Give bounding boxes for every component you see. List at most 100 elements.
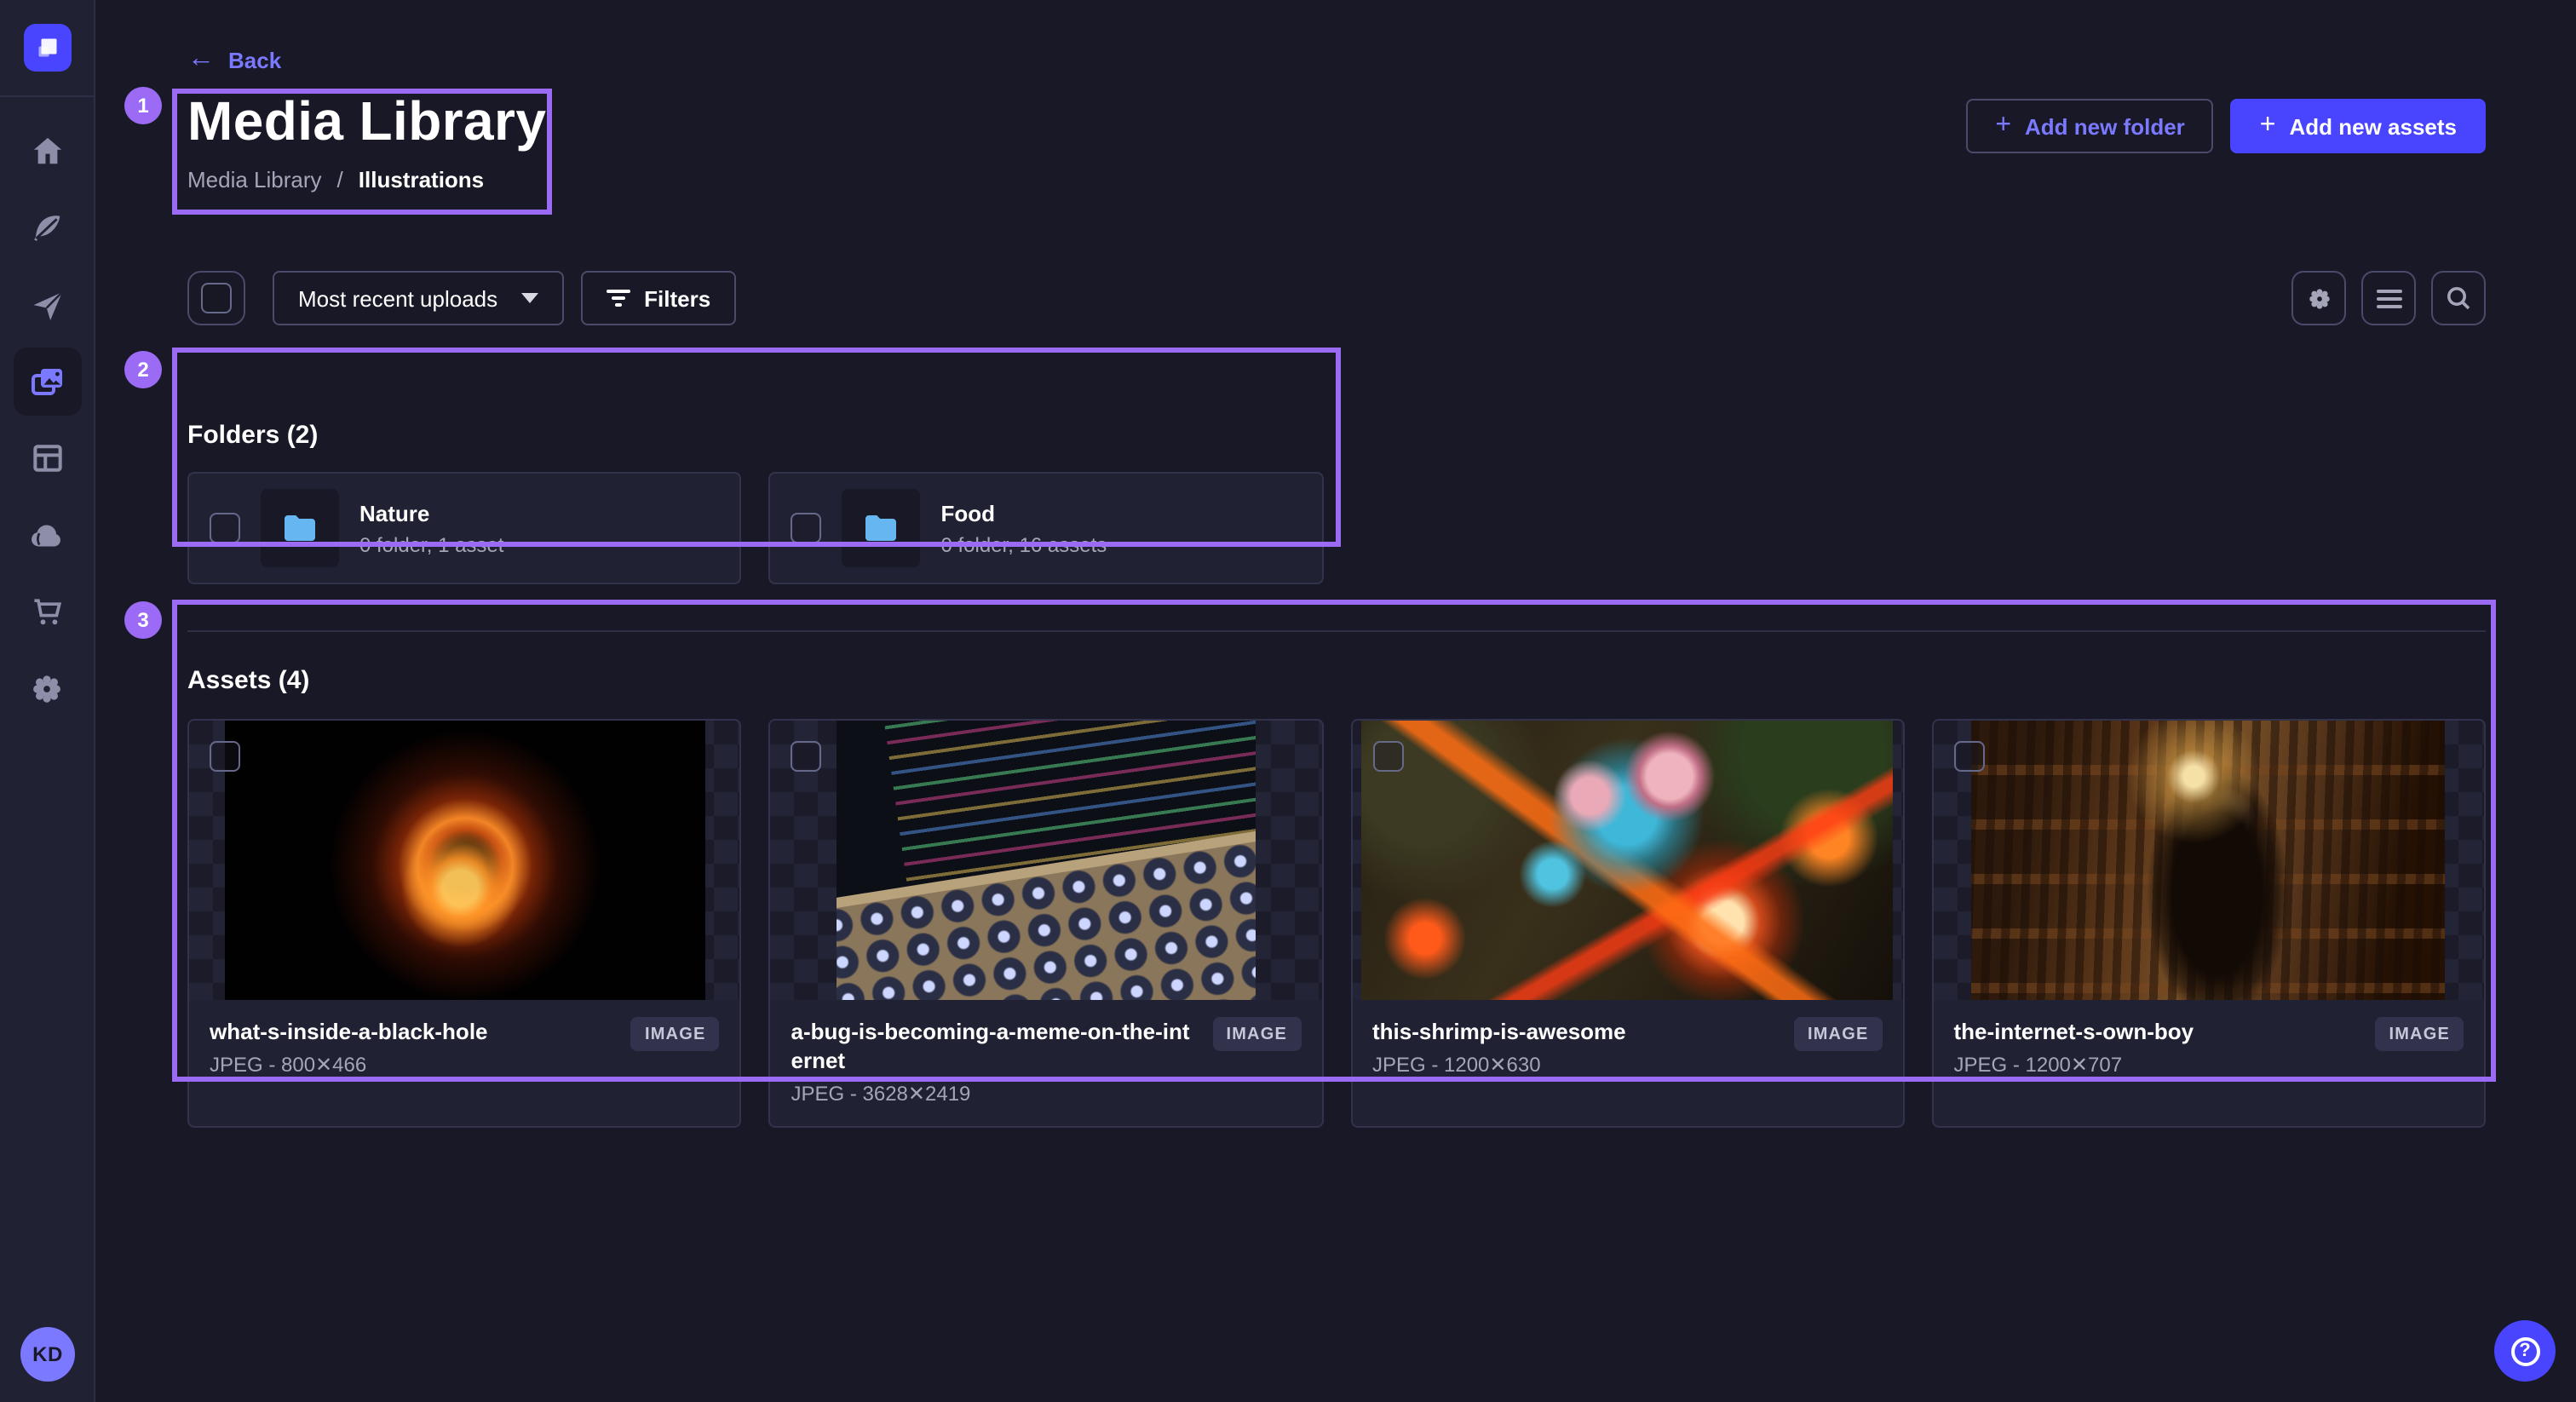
asset-type-badge: IMAGE xyxy=(1794,1017,1883,1051)
sidebar-nav xyxy=(13,129,81,710)
back-link[interactable]: ← Back xyxy=(187,44,307,75)
select-all-checkbox[interactable] xyxy=(201,283,232,313)
search-icon xyxy=(2445,284,2472,312)
main-content: ← Back Media Library Media Library / Ill… xyxy=(95,0,2576,1402)
asset-footer: a-bug-is-becoming-a-meme-on-the-internet… xyxy=(771,1000,1322,1126)
breadcrumb-separator: / xyxy=(337,166,343,192)
search-button[interactable] xyxy=(2431,271,2486,325)
asset-footer: the-internet-s-own-boy JPEG - 1200✕707 I… xyxy=(1934,1000,2485,1126)
asset-footer: what-s-inside-a-black-hole JPEG - 800✕46… xyxy=(189,1000,740,1126)
gear-icon xyxy=(27,669,66,708)
folder-tile xyxy=(261,489,339,567)
folders-heading: Folders (2) xyxy=(187,419,2486,453)
sidebar-item-content-type-builder[interactable] xyxy=(25,436,69,480)
breadcrumb-current: Illustrations xyxy=(359,166,484,192)
asset-meta: JPEG - 1200✕630 xyxy=(1372,1053,1777,1077)
folder-meta: 0 folder, 1 asset xyxy=(359,531,503,558)
sidebar-item-home[interactable] xyxy=(25,129,69,174)
folder-meta: 0 folder, 16 assets xyxy=(941,531,1107,558)
filter-icon xyxy=(607,290,630,307)
header-actions: + Add new folder + Add new assets xyxy=(1966,99,2486,153)
asset-title: a-bug-is-becoming-a-meme-on-the-internet xyxy=(791,1017,1196,1075)
back-label: Back xyxy=(228,47,281,72)
media-library-icon xyxy=(26,361,67,402)
assets-heading: Assets (4) xyxy=(187,664,2486,698)
section-divider xyxy=(187,630,2486,632)
user-avatar[interactable]: KD xyxy=(20,1327,75,1382)
chevron-down-icon xyxy=(521,293,538,303)
asset-preview xyxy=(1934,721,2485,1000)
sidebar-item-marketplace[interactable] xyxy=(25,589,69,634)
add-new-folder-label: Add new folder xyxy=(2025,113,2185,139)
asset-checkbox[interactable] xyxy=(210,741,240,772)
list-icon xyxy=(2376,289,2401,307)
plus-icon: + xyxy=(1995,112,2011,139)
folder-card-nature[interactable]: Nature 0 folder, 1 asset xyxy=(187,472,742,584)
filters-button[interactable]: Filters xyxy=(581,271,736,325)
sidebar-item-releases[interactable] xyxy=(25,283,69,327)
help-button[interactable]: ? xyxy=(2494,1320,2556,1382)
send-icon xyxy=(28,286,66,324)
asset-checkbox[interactable] xyxy=(791,741,822,772)
folder-icon xyxy=(279,508,320,549)
add-new-assets-label: Add new assets xyxy=(2289,113,2457,139)
folder-icon xyxy=(861,508,902,549)
asset-card-bug-meme[interactable]: a-bug-is-becoming-a-meme-on-the-internet… xyxy=(769,719,1324,1128)
asset-image-laptop-code xyxy=(837,721,1256,1000)
asset-preview xyxy=(1352,721,1903,1000)
list-view-button[interactable] xyxy=(2361,271,2416,325)
view-settings-button[interactable] xyxy=(2291,271,2346,325)
view-controls xyxy=(2291,271,2486,325)
toolbar: Most recent uploads Filters xyxy=(187,271,2486,325)
asset-card-black-hole[interactable]: what-s-inside-a-black-hole JPEG - 800✕46… xyxy=(187,719,742,1128)
sidebar-item-media-library[interactable] xyxy=(13,348,81,416)
asset-footer: this-shrimp-is-awesome JPEG - 1200✕630 I… xyxy=(1352,1000,1903,1126)
folder-checkbox[interactable] xyxy=(210,513,240,543)
sort-value: Most recent uploads xyxy=(298,285,497,311)
filters-label: Filters xyxy=(644,285,710,311)
asset-checkbox[interactable] xyxy=(1954,741,1985,772)
cart-icon xyxy=(28,593,66,630)
asset-type-badge: IMAGE xyxy=(631,1017,720,1051)
folder-name: Nature xyxy=(359,498,503,527)
asset-title: the-internet-s-own-boy xyxy=(1954,1017,2359,1046)
gear-icon xyxy=(2304,284,2333,313)
asset-type-badge: IMAGE xyxy=(1212,1017,1301,1051)
asset-type-badge: IMAGE xyxy=(2375,1017,2464,1051)
back-arrow-icon: ← xyxy=(187,46,215,73)
folder-card-food[interactable]: Food 0 folder, 16 assets xyxy=(769,472,1324,584)
asset-meta: JPEG - 1200✕707 xyxy=(1954,1053,2359,1077)
sidebar-item-content[interactable] xyxy=(25,206,69,250)
question-mark-icon: ? xyxy=(2510,1336,2539,1365)
asset-image-library-portrait xyxy=(1972,721,2446,1000)
asset-card-internet-own-boy[interactable]: the-internet-s-own-boy JPEG - 1200✕707 I… xyxy=(1932,719,2487,1128)
add-new-folder-button[interactable]: + Add new folder xyxy=(1966,99,2213,153)
asset-preview xyxy=(771,721,1322,1000)
page-header: Media Library Media Library / Illustrati… xyxy=(187,89,2486,194)
asset-checkbox[interactable] xyxy=(1372,741,1403,772)
breadcrumb-root[interactable]: Media Library xyxy=(187,166,322,192)
strapi-logo[interactable] xyxy=(23,24,71,72)
asset-meta: JPEG - 800✕466 xyxy=(210,1053,614,1077)
layout-icon xyxy=(28,440,66,477)
home-icon xyxy=(28,133,66,170)
strapi-logo-glyph xyxy=(32,32,62,63)
feather-icon xyxy=(28,210,66,247)
folder-checkbox[interactable] xyxy=(791,513,822,543)
breadcrumb: Media Library / Illustrations xyxy=(187,164,2486,194)
folders-grid: Nature 0 folder, 1 asset Food 0 folder, … xyxy=(187,472,2486,584)
sidebar-item-deploy[interactable] xyxy=(25,513,69,557)
asset-card-shrimp[interactable]: this-shrimp-is-awesome JPEG - 1200✕630 I… xyxy=(1350,719,1905,1128)
sort-dropdown[interactable]: Most recent uploads xyxy=(273,271,564,325)
select-all-button[interactable] xyxy=(187,271,245,325)
plus-icon: + xyxy=(2260,112,2276,139)
sidebar: KD xyxy=(0,0,95,1402)
add-new-assets-button[interactable]: + Add new assets xyxy=(2231,99,2486,153)
assets-grid: what-s-inside-a-black-hole JPEG - 800✕46… xyxy=(187,719,2486,1128)
media-library-app: KD ← Back Media Library Media Library / … xyxy=(0,0,2576,1402)
asset-image-black-hole xyxy=(224,721,704,1000)
folder-tile xyxy=(842,489,921,567)
sidebar-divider xyxy=(0,95,95,97)
sidebar-item-settings[interactable] xyxy=(25,666,69,710)
cloud-icon xyxy=(27,515,66,554)
